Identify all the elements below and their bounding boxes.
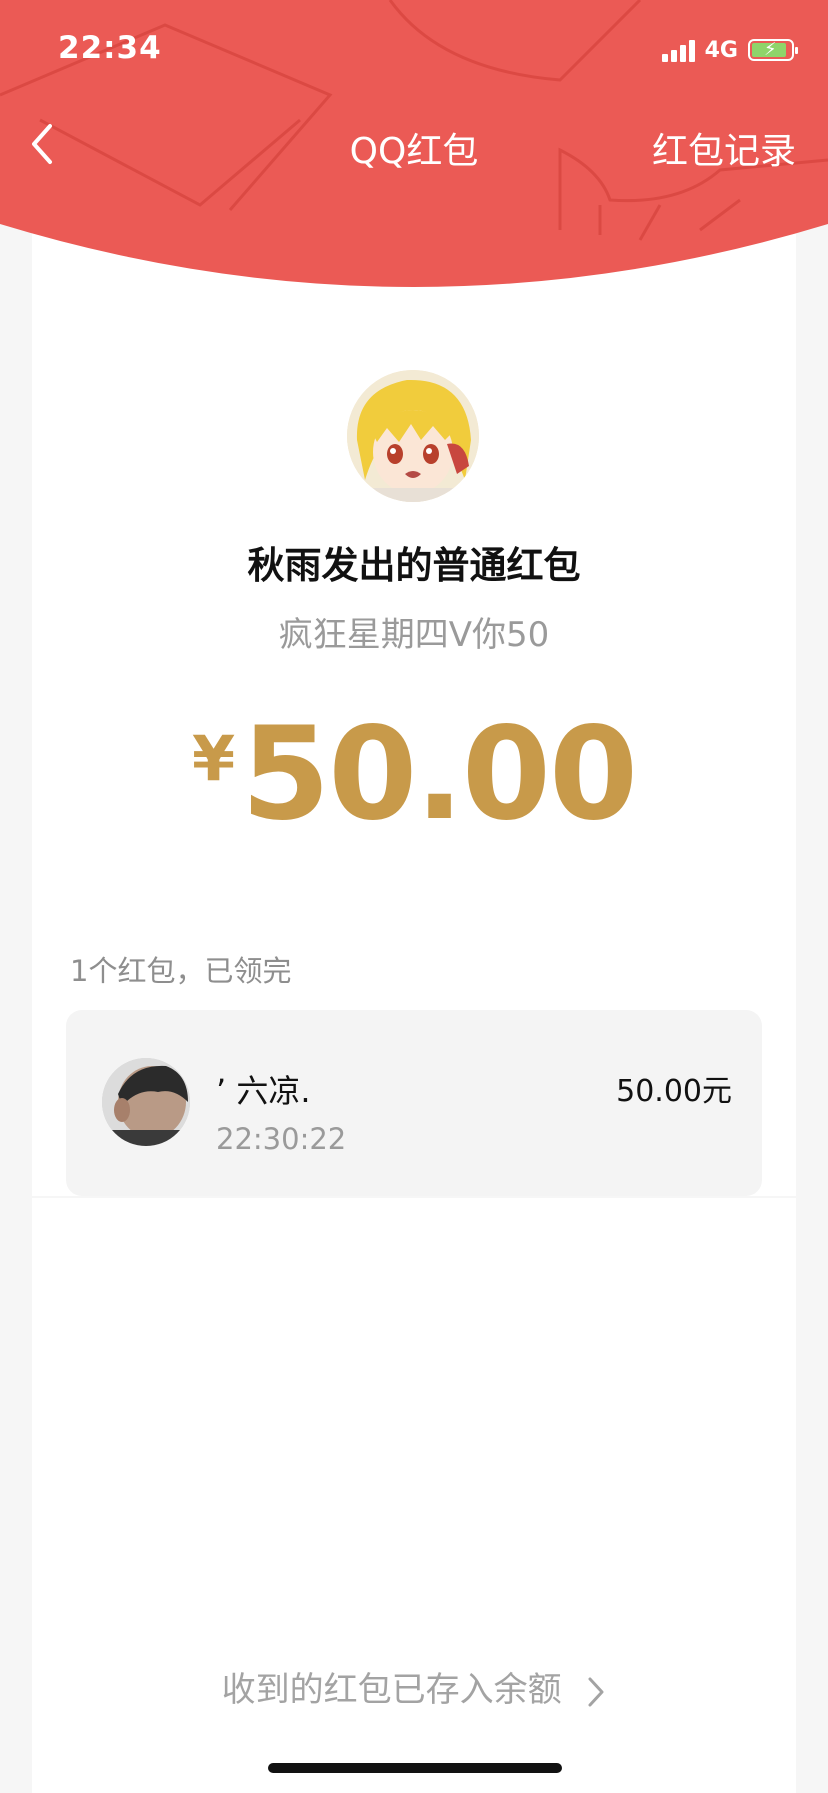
red-header: 22:34 4G ⚡ QQ红包 红包记录 [0, 0, 828, 310]
amount-value: 50.00 [241, 700, 638, 849]
receiver-name: ’ 六凉. [216, 1072, 311, 1110]
sender-avatar [347, 370, 479, 502]
red-packet-amount: ¥50.00 [0, 700, 828, 849]
currency-symbol: ¥ [191, 722, 236, 795]
received-amount: 50.00元 [616, 1074, 732, 1109]
sender-title: 秋雨发出的普通红包 [247, 544, 581, 587]
balance-link[interactable]: 收到的红包已存入余额 [0, 1662, 828, 1711]
signal-icon [661, 38, 695, 62]
red-packet-detail-page: 22:34 4G ⚡ QQ红包 红包记录 秋雨发出的普通红包 疯狂星期四V你50… [0, 0, 828, 1793]
network-label: 4G [704, 37, 738, 63]
anime-avatar-image [347, 370, 479, 502]
battery-icon: ⚡ [748, 39, 798, 61]
balance-link-label: 收到的红包已存入余额 [221, 1670, 562, 1710]
photo-avatar-image [102, 1058, 190, 1146]
home-indicator[interactable] [268, 1763, 562, 1773]
status-indicators: 4G ⚡ [661, 36, 798, 64]
chevron-right-icon [588, 1677, 604, 1706]
packet-summary: 1个红包，已领完 [70, 954, 292, 988]
status-time: 22:34 [58, 30, 162, 66]
divider [32, 1196, 796, 1198]
red-packet-message: 疯狂星期四V你50 [278, 615, 550, 655]
red-packet-records-link[interactable]: 红包记录 [652, 122, 796, 174]
receiver-avatar [102, 1058, 190, 1146]
list-item[interactable]: ’ 六凉. 22:30:22 50.00元 [66, 1010, 762, 1196]
receive-time: 22:30:22 [216, 1122, 347, 1156]
